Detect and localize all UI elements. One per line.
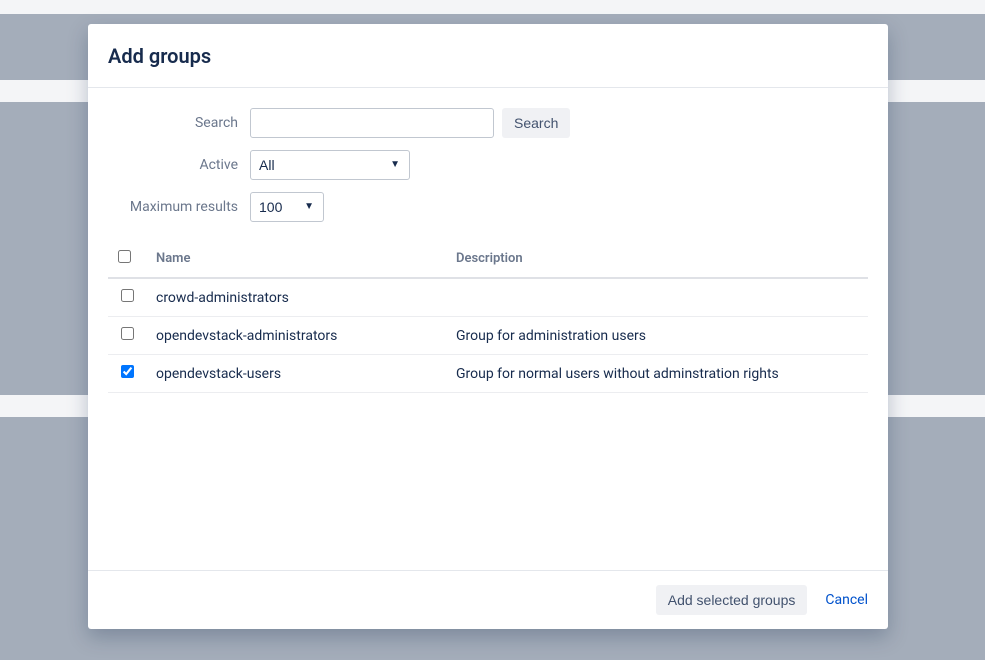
max-results-row: Maximum results 1050100500 ▼ <box>108 192 868 222</box>
add-groups-modal: Add groups Search Search Active AllActiv… <box>88 24 888 629</box>
name-header: Name <box>146 240 446 278</box>
max-results-select[interactable]: 1050100500 <box>250 192 324 222</box>
row-name: crowd-administrators <box>146 278 446 317</box>
groups-tbody: crowd-administratorsopendevstack-adminis… <box>108 278 868 393</box>
active-select-wrap: AllActiveInactive ▼ <box>250 150 410 180</box>
search-input[interactable] <box>250 108 494 138</box>
row-name: opendevstack-administrators <box>146 317 446 355</box>
select-all-checkbox[interactable] <box>118 250 131 263</box>
row-name: opendevstack-users <box>146 355 446 393</box>
groups-table: Name Description crowd-administratorsope… <box>108 240 868 393</box>
table-row: opendevstack-usersGroup for normal users… <box>108 355 868 393</box>
cancel-link[interactable]: Cancel <box>825 592 868 608</box>
row-description: Group for normal users without adminstra… <box>446 355 868 393</box>
active-select[interactable]: AllActiveInactive <box>250 150 410 180</box>
row-checkbox[interactable] <box>121 327 134 340</box>
active-label: Active <box>108 157 250 173</box>
row-checkbox[interactable] <box>121 365 134 378</box>
modal-footer: Add selected groups Cancel <box>88 570 888 629</box>
table-header-row: Name Description <box>108 240 868 278</box>
description-header: Description <box>446 240 868 278</box>
modal-header: Add groups <box>88 24 888 88</box>
row-checkbox-cell <box>108 278 146 317</box>
row-checkbox-cell <box>108 317 146 355</box>
background-stripe <box>0 0 985 14</box>
modal-title: Add groups <box>108 44 868 68</box>
search-row: Search Search <box>108 108 868 138</box>
row-checkbox-cell <box>108 355 146 393</box>
table-row: opendevstack-administratorsGroup for adm… <box>108 317 868 355</box>
row-description <box>446 278 868 317</box>
active-row: Active AllActiveInactive ▼ <box>108 150 868 180</box>
select-all-header <box>108 240 146 278</box>
max-select-wrap: 1050100500 ▼ <box>250 192 324 222</box>
search-button[interactable]: Search <box>502 108 570 138</box>
add-selected-groups-button[interactable]: Add selected groups <box>656 585 808 615</box>
row-checkbox[interactable] <box>121 289 134 302</box>
modal-body: Search Search Active AllActiveInactive ▼… <box>88 88 888 570</box>
max-results-label: Maximum results <box>108 199 250 215</box>
table-row: crowd-administrators <box>108 278 868 317</box>
row-description: Group for administration users <box>446 317 868 355</box>
search-label: Search <box>108 115 250 131</box>
